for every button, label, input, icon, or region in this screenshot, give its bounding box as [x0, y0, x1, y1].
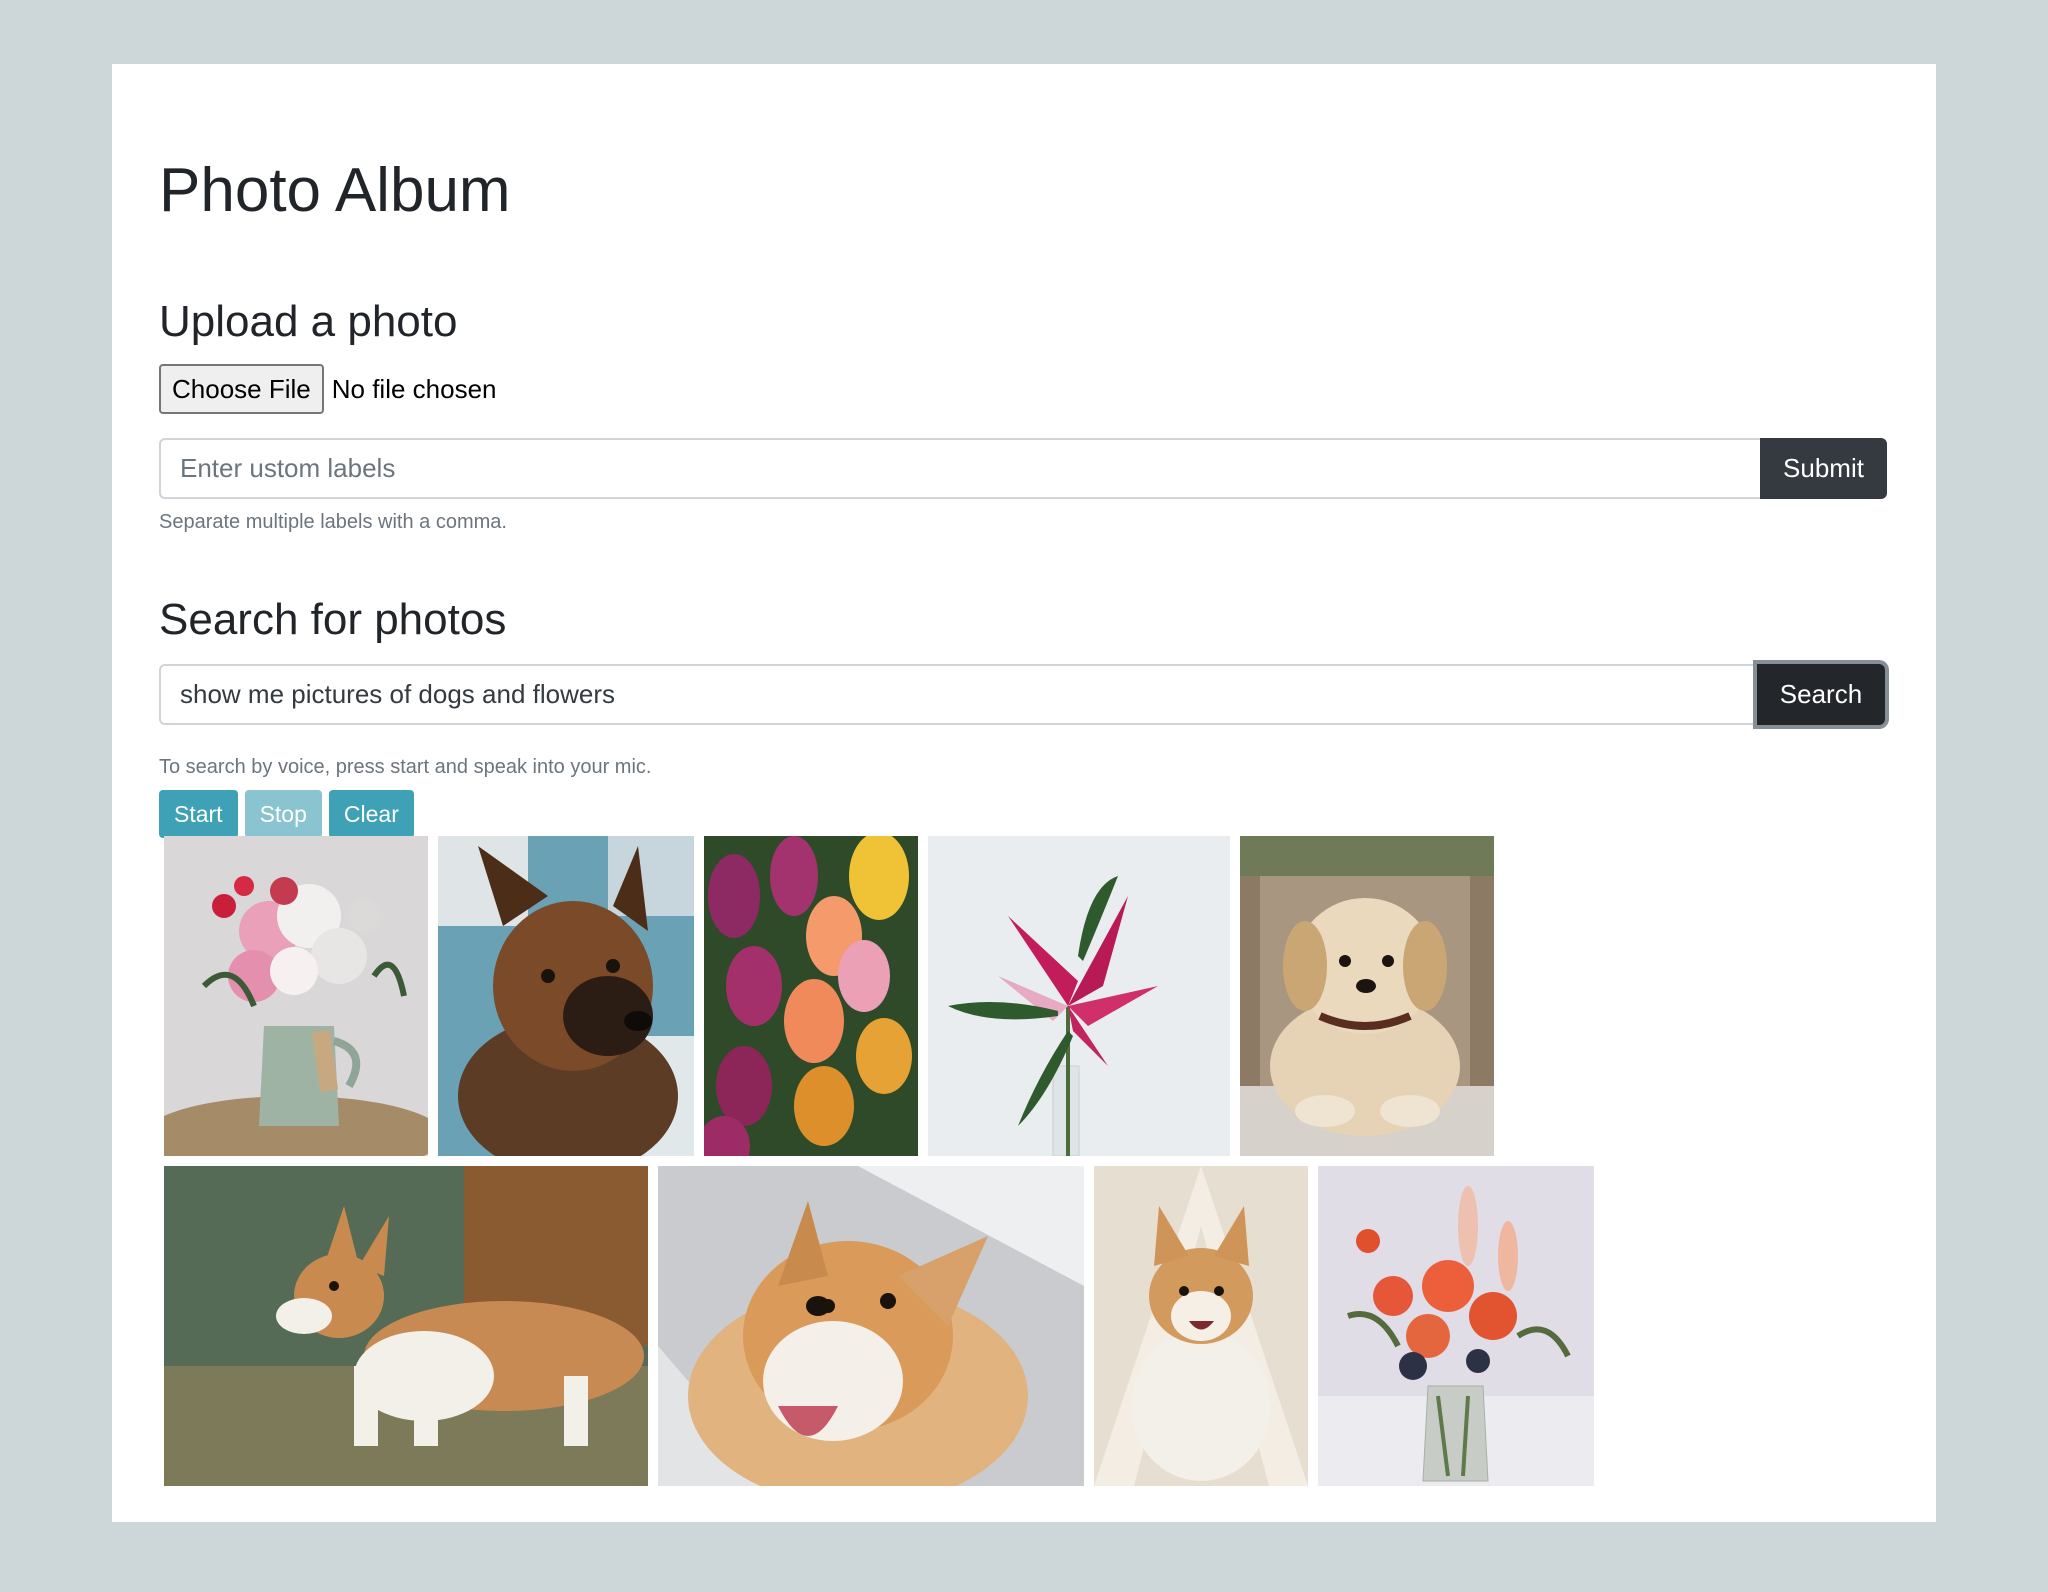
- photo-pink-lily: [928, 836, 1230, 1156]
- flower-image: [928, 836, 1230, 1156]
- labels-help-text: Separate multiple labels with a comma.: [159, 511, 507, 533]
- photo-flowers-jug: [164, 836, 428, 1156]
- photo-german-shepherd: [438, 836, 694, 1156]
- flowers-image: [164, 836, 428, 1156]
- photo-tulips: [704, 836, 918, 1156]
- dog-image: [1094, 1166, 1308, 1486]
- flowers-image: [1318, 1166, 1594, 1486]
- voice-controls: Start Stop Clear: [159, 790, 414, 838]
- stop-button: Stop: [244, 790, 322, 838]
- custom-labels-input[interactable]: Enter ustom labels: [159, 438, 1760, 499]
- dog-image: [164, 1166, 648, 1486]
- photo-corgi-tent: [1094, 1166, 1308, 1486]
- search-heading: Search for photos: [159, 595, 507, 644]
- start-button[interactable]: Start: [159, 790, 238, 838]
- flowers-image: [704, 836, 918, 1156]
- labels-input-group: Enter ustom labels Submit: [159, 438, 1887, 499]
- photo-golden-puppy: [1240, 836, 1494, 1156]
- page-title: Photo Album: [159, 156, 511, 225]
- photo-orange-bouquet: [1318, 1166, 1594, 1486]
- choose-file-button[interactable]: Choose File: [159, 364, 324, 414]
- dog-image: [438, 836, 694, 1156]
- search-input[interactable]: show me pictures of dogs and flowers: [159, 664, 1757, 725]
- clear-button[interactable]: Clear: [328, 790, 414, 838]
- submit-button[interactable]: Submit: [1760, 438, 1887, 499]
- voice-help-text: To search by voice, press start and spea…: [159, 756, 652, 778]
- photo-corgi-grass: [164, 1166, 648, 1486]
- upload-heading: Upload a photo: [159, 297, 458, 346]
- photo-corgi-closeup: [658, 1166, 1084, 1486]
- search-button[interactable]: Search: [1757, 664, 1885, 725]
- search-input-group: show me pictures of dogs and flowers Sea…: [159, 664, 1885, 725]
- dog-image: [1240, 836, 1494, 1156]
- dog-image: [658, 1166, 1084, 1486]
- file-input[interactable]: Choose File No file chosen: [159, 364, 497, 414]
- no-file-text: No file chosen: [331, 373, 497, 404]
